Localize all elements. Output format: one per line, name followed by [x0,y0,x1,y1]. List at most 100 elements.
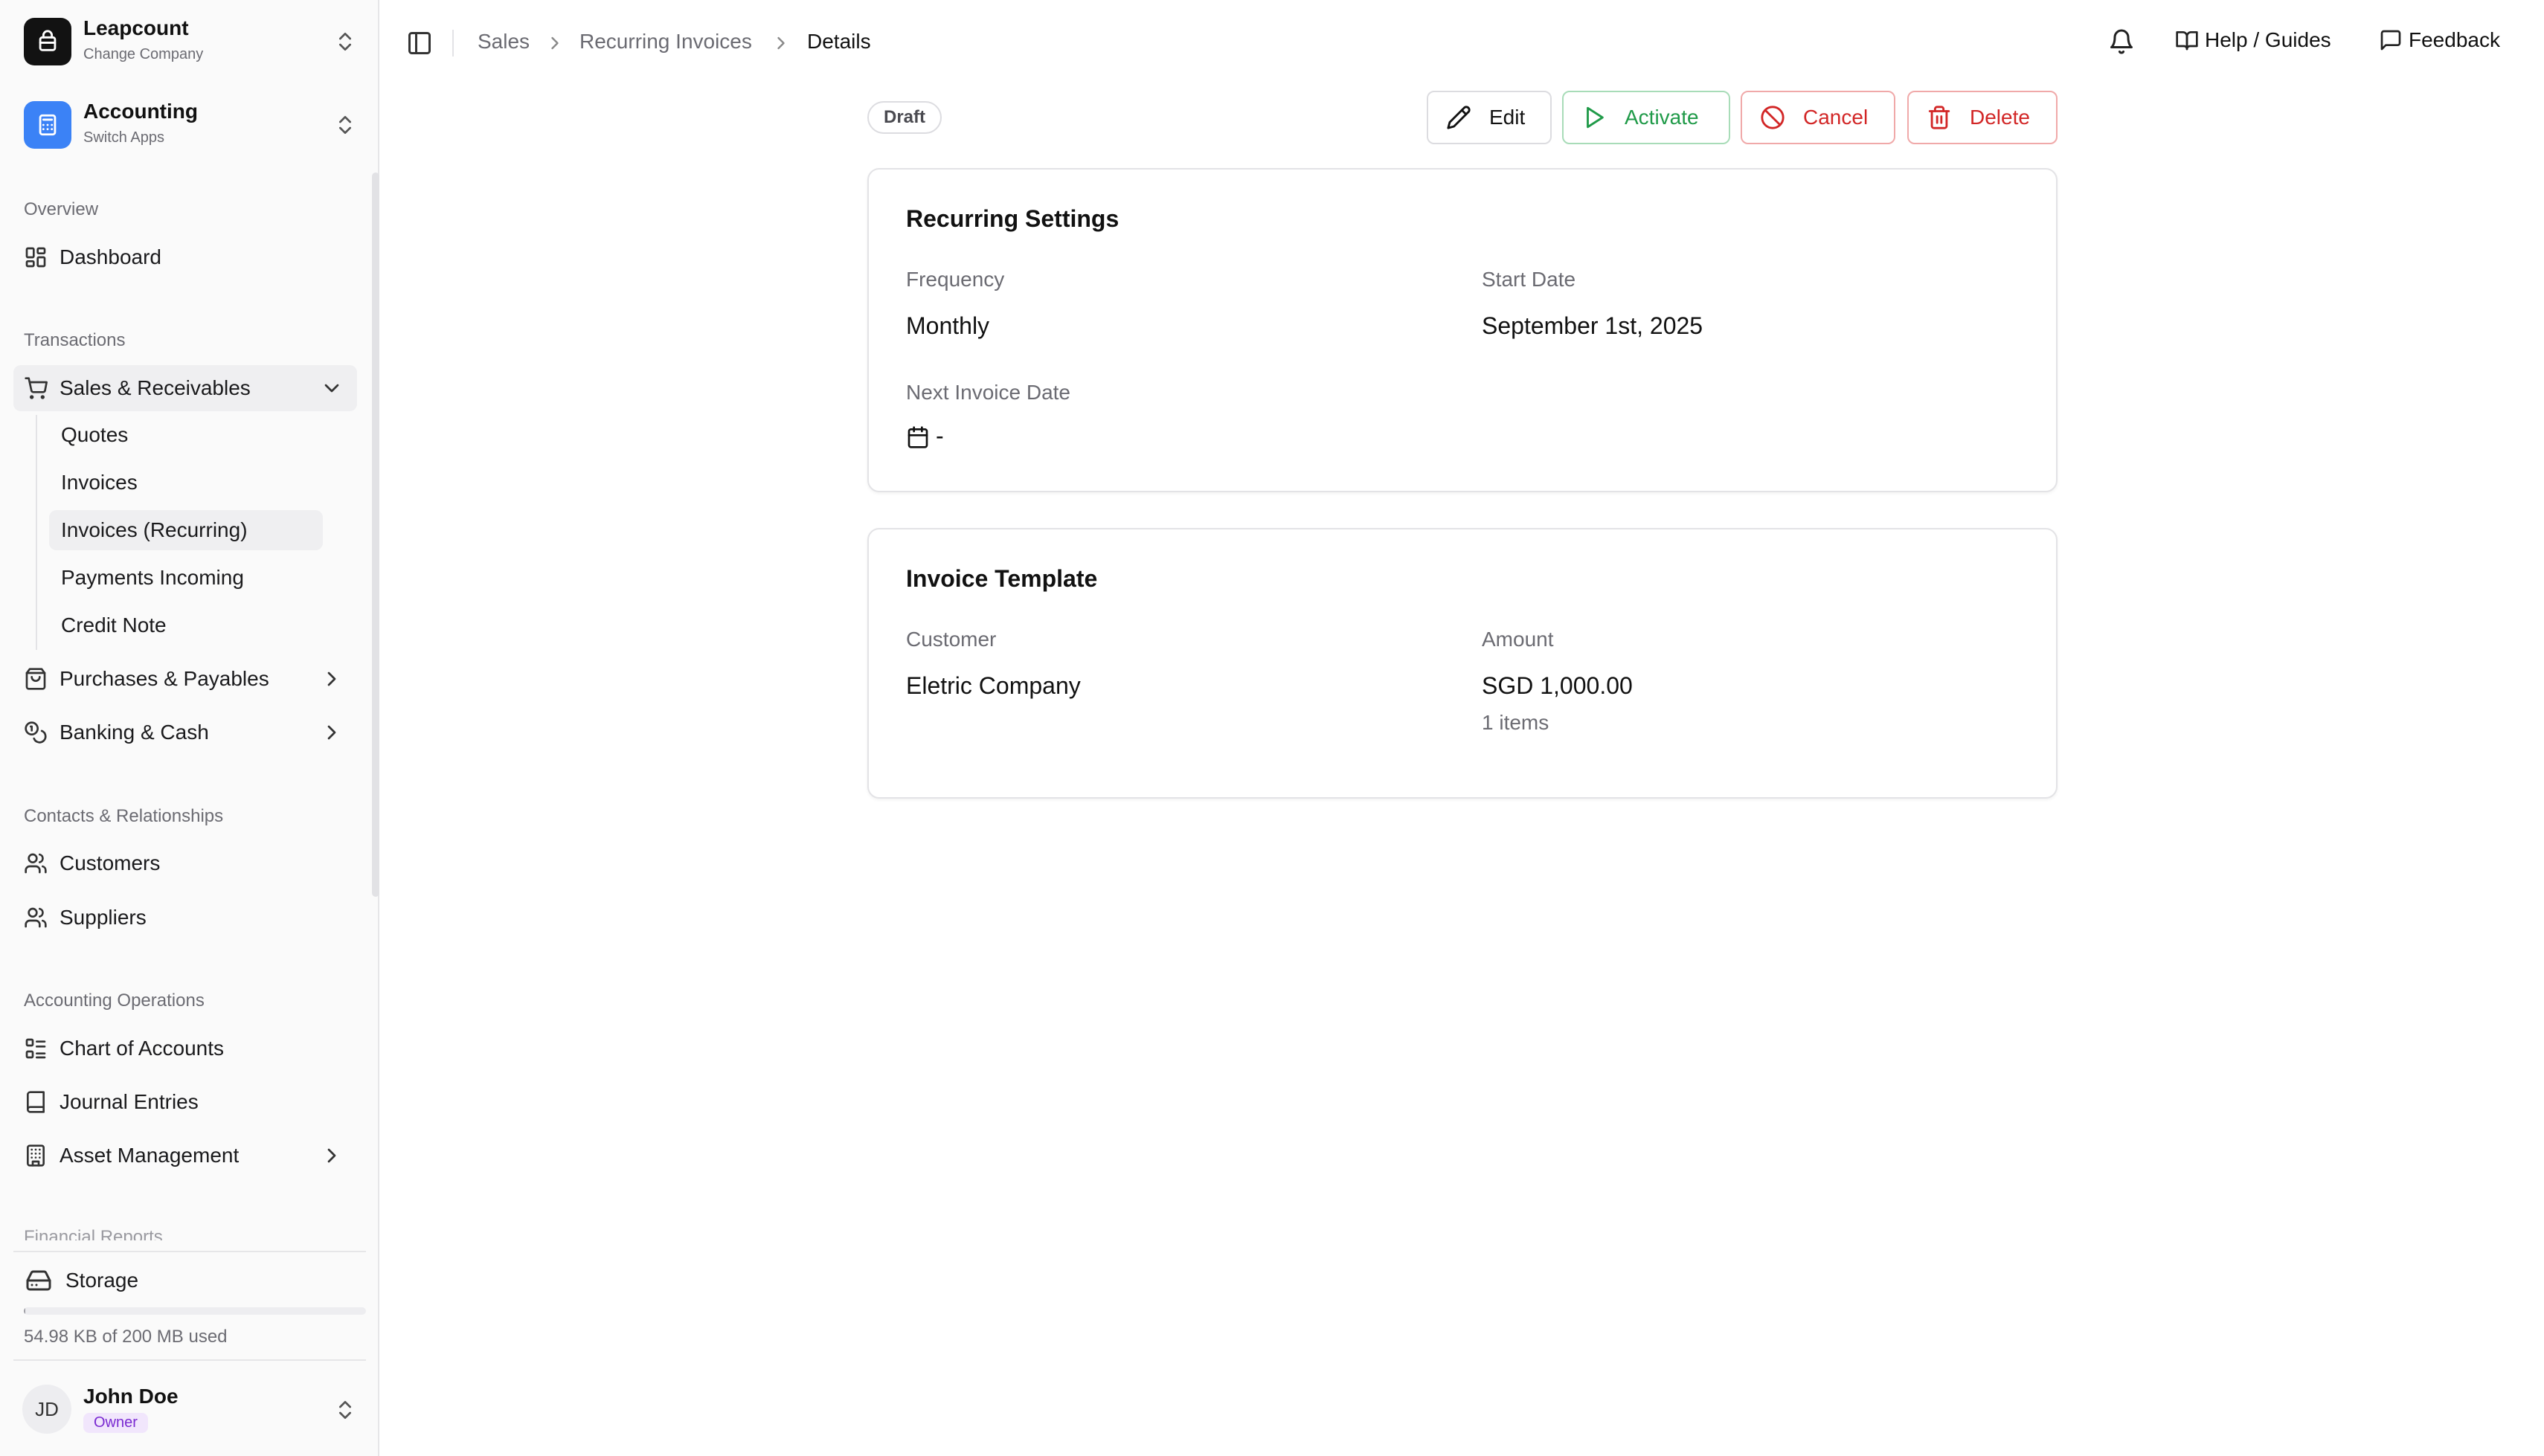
chevrons-up-down-icon [333,113,357,137]
sidebar-scrollbar[interactable] [372,173,379,897]
hard-drive-icon [25,1267,52,1294]
company-name: Leapcount [83,16,189,39]
calendar-icon [906,425,930,449]
chevron-right-icon [771,33,791,54]
role-badge: Owner [83,1413,148,1433]
sidebar-item-journal-entries[interactable]: Journal Entries [13,1079,357,1125]
sidebar-item-customers[interactable]: Customers [13,840,357,886]
invoice-template-card: Invoice Template Customer Eletric Compan… [867,528,2058,799]
chevron-right-icon [545,33,565,54]
sidebar-toggle-icon[interactable] [406,30,433,57]
start-date-label: Start Date [1482,268,1576,291]
breadcrumb-recurring-invoices[interactable]: Recurring Invoices [579,30,752,54]
delete-label: Delete [1970,106,2030,129]
customer-value: Eletric Company [906,672,1081,699]
shopping-bag-icon [24,667,48,691]
section-label-contacts: Contacts & Relationships [24,806,224,826]
sidebar-subitem-invoices-recurring[interactable]: Invoices (Recurring) [49,510,323,550]
sidebar-subitem-invoices[interactable]: Invoices [49,463,323,503]
card-title: Recurring Settings [906,205,1120,232]
submenu-guide-line [36,415,37,650]
top-bar: Sales Recurring Invoices Details Help / … [381,0,2544,88]
breadcrumb-sales[interactable]: Sales [478,30,530,54]
status-badge: Draft [867,101,942,134]
cancel-button[interactable]: Cancel [1741,91,1895,144]
section-label-overview: Overview [24,199,99,219]
section-label-operations: Accounting Operations [24,990,205,1011]
sidebar-subitem-label: Invoices [61,471,138,494]
card-title: Invoice Template [906,565,1098,592]
chevrons-up-down-icon [333,1398,357,1422]
sidebar-item-chart-of-accounts[interactable]: Chart of Accounts [13,1025,357,1072]
avatar: JD [22,1385,71,1434]
coins-icon [24,721,48,744]
app-action: Switch Apps [83,129,164,146]
sidebar-item-label: Dashboard [60,245,161,268]
divider [452,30,454,57]
sidebar-subitem-label: Payments Incoming [61,566,244,589]
sidebar: Leapcount Change Company Accounting Swit… [0,0,379,1456]
chevron-down-icon [320,376,344,400]
sidebar-subitem-label: Invoices (Recurring) [61,518,248,541]
users-icon [24,906,48,930]
sidebar-item-label: Suppliers [60,906,147,929]
sidebar-subitem-payments-incoming[interactable]: Payments Incoming [49,558,323,598]
next-invoice-date-value: - [936,422,944,449]
sidebar-item-asset-management[interactable]: Asset Management [13,1133,357,1179]
sidebar-subitem-quotes[interactable]: Quotes [49,415,323,455]
shopping-cart-icon [24,376,48,400]
sidebar-item-banking-cash[interactable]: Banking & Cash [13,709,357,756]
ban-icon [1760,105,1785,130]
dashboard-icon [24,245,48,269]
bell-icon[interactable] [2108,28,2135,55]
recurring-settings-card: Recurring Settings Frequency Monthly Sta… [867,168,2058,492]
frequency-label: Frequency [906,268,1005,291]
storage-progress-fill [24,1307,26,1315]
activate-button[interactable]: Activate [1562,91,1730,144]
chevron-right-icon [320,1144,344,1167]
feedback-link[interactable]: Feedback [2379,28,2500,52]
amount-label: Amount [1482,628,1554,651]
sidebar-item-label: Journal Entries [60,1090,199,1113]
sidebar-subitem-label: Quotes [61,423,129,446]
sidebar-item-suppliers[interactable]: Suppliers [13,895,357,941]
edit-button[interactable]: Edit [1427,91,1552,144]
activate-label: Activate [1625,106,1699,129]
building-icon [24,1144,48,1167]
frequency-value: Monthly [906,312,990,339]
book-open-icon [2175,28,2199,52]
customer-label: Customer [906,628,997,651]
help-guides-label: Help / Guides [2205,28,2331,51]
company-logo-icon [24,18,71,65]
app-name: Accounting [83,100,198,123]
storage-progress-bar [24,1307,366,1315]
start-date-value: September 1st, 2025 [1482,312,1703,339]
trash-icon [1927,105,1952,130]
cancel-label: Cancel [1803,106,1869,129]
book-icon [24,1090,48,1114]
user-name: John Doe [83,1385,179,1408]
section-label-financial-reports: Financial Reports [24,1227,163,1240]
help-guides-link[interactable]: Help / Guides [2175,28,2331,52]
company-action: Change Company [83,46,204,62]
chevron-right-icon [320,667,344,691]
sidebar-item-label: Banking & Cash [60,721,209,744]
company-switcher[interactable]: Leapcount Change Company [22,12,357,68]
delete-button[interactable]: Delete [1907,91,2058,144]
play-icon [1581,105,1607,130]
chevron-right-icon [320,721,344,744]
message-square-icon [2379,28,2403,52]
sidebar-item-dashboard[interactable]: Dashboard [13,234,357,280]
sidebar-item-purchases-payables[interactable]: Purchases & Payables [13,656,357,702]
sidebar-item-label: Sales & Receivables [60,376,251,399]
app-switcher[interactable]: Accounting Switch Apps [22,95,357,152]
sidebar-item-label: Customers [60,851,161,874]
amount-value: SGD 1,000.00 [1482,672,1633,699]
sidebar-item-label: Purchases & Payables [60,667,269,690]
feedback-label: Feedback [2409,28,2500,51]
storage-panel: Storage 54.98 KB of 200 MB used [13,1251,366,1359]
sidebar-subitem-credit-note[interactable]: Credit Note [49,605,323,645]
chevrons-up-down-icon [333,30,357,54]
user-menu[interactable]: JD John Doe Owner [13,1359,366,1456]
sidebar-item-sales-receivables[interactable]: Sales & Receivables [13,365,357,411]
